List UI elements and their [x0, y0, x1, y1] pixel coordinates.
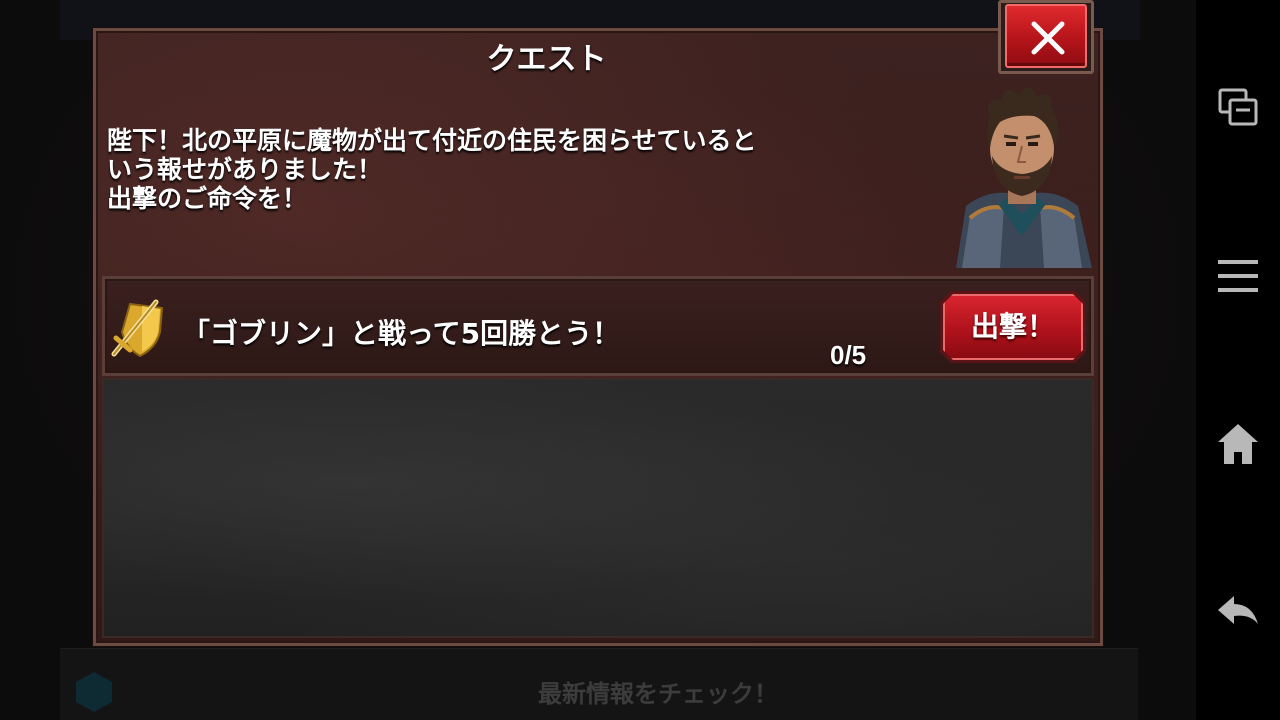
mission-progress: 0/5 [830, 340, 867, 370]
back-icon[interactable] [1214, 588, 1262, 636]
news-text[interactable]: 最新情報をチェック！ [0, 674, 1280, 709]
sortie-button[interactable]: 出撃！ [943, 294, 1083, 360]
message-line: いう報せがありました！ [107, 155, 383, 184]
dialog-title: クエスト [486, 42, 607, 77]
mission-text: 「ゴブリン」と戦って5回勝とう！ [182, 317, 621, 350]
quest-message: 陛下！北の平原に魔物が出て付近の住民を困らせていると いう報せがありました！ 出… [107, 126, 947, 213]
home-icon[interactable] [1214, 420, 1262, 468]
close-icon [1031, 21, 1065, 55]
menu-icon[interactable] [1214, 252, 1262, 300]
game-screen: 最新情報をチェック！ クエスト 陛下！北の平原に魔物が出て付近の住民を困らせてい… [0, 0, 1280, 720]
knight-portrait [956, 88, 1092, 268]
recent-apps-icon[interactable] [1214, 84, 1262, 132]
message-line: 陛下！北の平原に魔物が出て付近の住民を困らせていると [107, 126, 757, 155]
quest-list-area [102, 378, 1094, 638]
close-button[interactable] [1005, 4, 1087, 68]
message-line: 出撃のご命令を！ [107, 184, 308, 213]
sword-shield-icon [111, 299, 164, 358]
